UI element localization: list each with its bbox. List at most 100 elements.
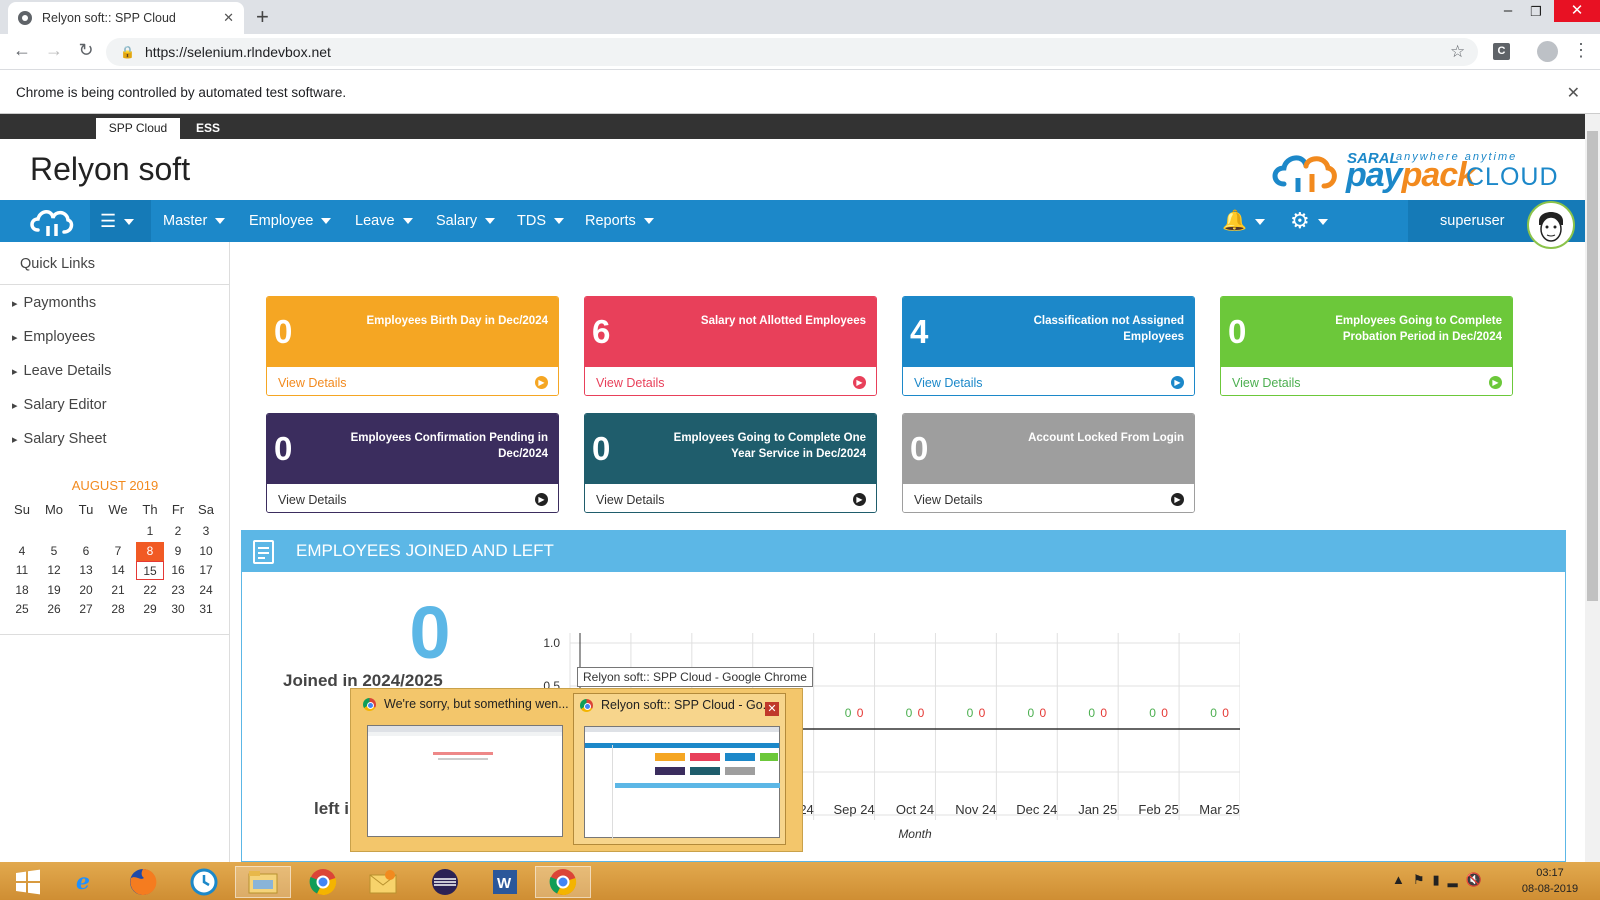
sidebar-link-salary-editor[interactable]: Salary Editor — [12, 397, 107, 413]
calendar-day[interactable]: 7 — [104, 542, 132, 561]
calendar-day[interactable]: 25 — [8, 600, 36, 619]
system-tray[interactable]: ▲⚑▮▂🔇 — [1392, 872, 1490, 888]
navbar-logo[interactable] — [0, 200, 95, 242]
calendar-day[interactable]: 27 — [72, 600, 100, 619]
app-tab-spp-cloud[interactable]: SPP Cloud — [96, 118, 180, 139]
notifications-bell-icon[interactable]: 🔔 — [1222, 200, 1265, 242]
main-navbar — [0, 200, 1585, 242]
settings-gears-icon[interactable]: ⚙ — [1290, 200, 1328, 242]
window-tooltip: Relyon soft:: SPP Cloud - Google Chrome — [577, 667, 813, 687]
dashboard-card: 0 Account Locked From Login View Details ▶ — [902, 413, 1195, 513]
file-explorer-icon[interactable] — [235, 866, 291, 898]
card-view-details-link[interactable]: View Details ▶ — [1221, 367, 1512, 395]
preview-window-2[interactable]: Relyon soft:: SPP Cloud - Go... ✕ — [573, 693, 786, 845]
card-view-details-link[interactable]: View Details ▶ — [267, 367, 558, 395]
sidebar-link-employees[interactable]: Employees — [12, 329, 96, 345]
tab-close-icon[interactable]: ✕ — [223, 10, 234, 26]
new-tab-icon[interactable]: + — [256, 4, 269, 30]
hamburger-menu-button[interactable]: ☰ — [90, 200, 151, 242]
nav-salary[interactable]: Salary — [436, 200, 496, 242]
calendar-day[interactable]: 24 — [192, 581, 220, 600]
firefox-icon[interactable] — [115, 866, 171, 898]
calendar-day[interactable]: 17 — [192, 561, 220, 580]
calendar-day[interactable]: 15 — [136, 561, 164, 580]
outlook-icon[interactable] — [355, 866, 411, 898]
chart-y-tick: 1.0 — [543, 636, 560, 650]
calendar-day[interactable]: 30 — [164, 600, 192, 619]
card-view-details-link[interactable]: View Details ▶ — [585, 484, 876, 512]
sidebar-link-leave-details[interactable]: Leave Details — [12, 363, 112, 379]
chrome-taskbar-icon[interactable] — [295, 866, 351, 898]
chart-x-tick: Feb 25 — [1138, 802, 1178, 817]
nav-reports[interactable]: Reports — [585, 200, 654, 242]
calendar-day[interactable]: 9 — [164, 542, 192, 561]
extension-icon[interactable]: C — [1493, 43, 1510, 60]
system-clock[interactable]: 03:17 08-08-2019 — [1515, 865, 1585, 897]
minimize-icon[interactable]: – — [1494, 2, 1522, 19]
avatar[interactable] — [1527, 201, 1575, 249]
back-icon[interactable]: ← — [10, 40, 34, 61]
calendar-day[interactable]: 16 — [164, 561, 192, 580]
card-view-details-link[interactable]: View Details ▶ — [903, 367, 1194, 395]
page-scrollbar-thumb[interactable] — [1587, 131, 1598, 601]
calendar-day[interactable]: 3 — [192, 522, 220, 541]
sidebar-link-salary-sheet[interactable]: Salary Sheet — [12, 431, 107, 447]
calendar-day[interactable]: 22 — [136, 581, 164, 600]
app-tab-ess[interactable]: ESS — [196, 118, 220, 139]
browser-tab[interactable]: Relyon soft:: SPP Cloud ✕ — [8, 2, 244, 34]
profile-icon[interactable] — [1537, 41, 1558, 62]
calendar-day[interactable]: 11 — [8, 561, 36, 580]
start-button[interactable] — [0, 866, 56, 898]
chrome-active-taskbar-icon[interactable] — [535, 866, 591, 898]
card-view-details-link[interactable]: View Details ▶ — [903, 484, 1194, 512]
calendar-day[interactable]: 21 — [104, 581, 132, 600]
calendar-day[interactable]: 20 — [72, 581, 100, 600]
bookmark-star-icon[interactable]: ☆ — [1450, 42, 1465, 62]
calendar-day[interactable]: 12 — [40, 561, 68, 580]
calendar-day[interactable]: 29 — [136, 600, 164, 619]
calendar-day[interactable]: 5 — [40, 542, 68, 561]
infobar-close-icon[interactable]: ✕ — [1567, 83, 1580, 103]
address-bar[interactable]: 🔒 https://selenium.rlndevbox.net — [106, 38, 1478, 66]
card-view-details-link[interactable]: View Details ▶ — [585, 367, 876, 395]
nav-leave[interactable]: Leave — [355, 200, 413, 242]
dashboard-card: 0 Employees Going to Complete Probation P… — [1220, 296, 1513, 396]
calendar-day[interactable]: 1 — [136, 522, 164, 541]
word-icon[interactable]: W — [477, 866, 533, 898]
calendar-day[interactable]: 19 — [40, 581, 68, 600]
card-header: 0 Employees Confirmation Pending in Dec/2… — [267, 414, 558, 484]
calendar-day[interactable]: 23 — [164, 581, 192, 600]
calendar-day[interactable]: 13 — [72, 561, 100, 580]
clock-app-icon[interactable] — [176, 866, 232, 898]
window-close-icon[interactable]: ✕ — [1554, 0, 1600, 22]
internet-explorer-icon[interactable]: e — [55, 866, 111, 898]
preview-close-icon[interactable]: ✕ — [765, 702, 779, 716]
logo-paypack: paypack — [1346, 156, 1476, 194]
preview-window-1[interactable]: We're sorry, but something wen... — [357, 693, 570, 845]
nav-master[interactable]: Master — [163, 200, 226, 242]
restore-icon[interactable]: ❐ — [1522, 4, 1550, 20]
browser-menu-icon[interactable]: ⋮ — [1572, 40, 1590, 61]
calendar-day[interactable]: 2 — [164, 522, 192, 541]
forward-icon[interactable]: → — [42, 40, 66, 61]
calendar-day[interactable]: 31 — [192, 600, 220, 619]
arrow-circle-icon: ▶ — [853, 376, 866, 389]
reload-icon[interactable]: ↻ — [74, 40, 98, 61]
calendar-day[interactable]: 14 — [104, 561, 132, 580]
calendar-day[interactable]: 8 — [136, 541, 164, 561]
calendar-day[interactable]: 18 — [8, 581, 36, 600]
calendar-day[interactable]: 28 — [104, 600, 132, 619]
calendar-day[interactable]: 26 — [40, 600, 68, 619]
taskbar-thumbnail-preview: We're sorry, but something wen... Relyon… — [350, 688, 803, 852]
chart-data-label: 0 — [857, 706, 864, 720]
chart-x-tick: Dec 24 — [1016, 802, 1057, 817]
calendar-day[interactable]: 10 — [192, 542, 220, 561]
nav-employee[interactable]: Employee — [249, 200, 332, 242]
sidebar-link-paymonths[interactable]: Paymonths — [12, 295, 97, 311]
card-count: 4 — [910, 313, 929, 350]
calendar-day[interactable]: 4 — [8, 542, 36, 561]
card-view-details-link[interactable]: View Details ▶ — [267, 484, 558, 512]
nav-tds[interactable]: TDS — [517, 200, 564, 242]
calendar-day[interactable]: 6 — [72, 542, 100, 561]
eclipse-icon[interactable] — [417, 866, 473, 898]
